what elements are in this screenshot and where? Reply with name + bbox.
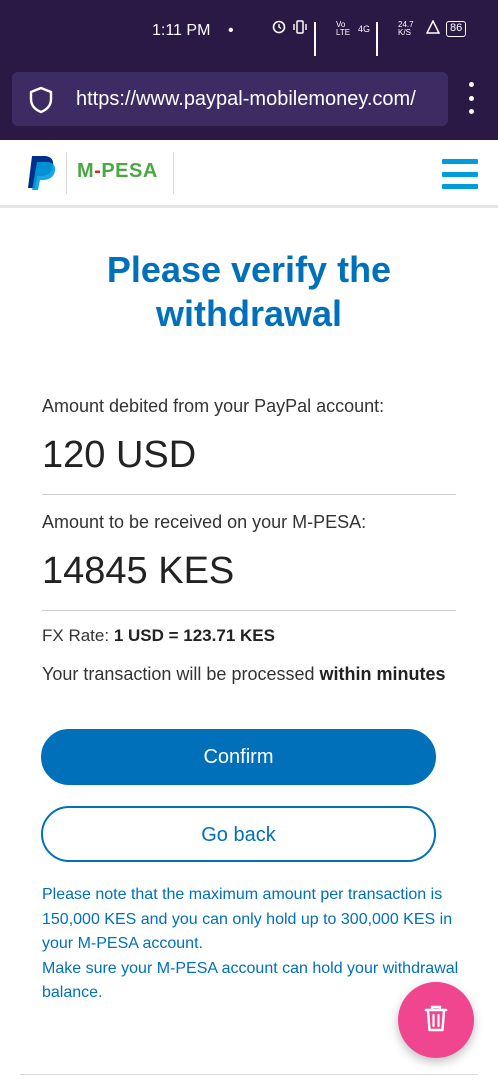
- debit-label: Amount debited from your PayPal account:: [42, 396, 385, 416]
- notice-line-1: Please note that the maximum amount per …: [42, 886, 453, 952]
- logo-divider: [66, 152, 67, 194]
- delete-fab-button[interactable]: [398, 982, 474, 1058]
- processing-bold: within minutes: [319, 664, 446, 684]
- status-icons: Vo LTE 4G 24.7 K/S 86: [272, 19, 467, 56]
- fx-value: 1 USD = 123.71 KES: [113, 626, 275, 645]
- processing-note: Your transaction will be processed withi…: [42, 660, 456, 688]
- net-speed: 24.7 K/S: [398, 19, 414, 37]
- fx-rate: FX Rate: 1 USD = 123.71 KES: [42, 626, 275, 646]
- divider: [42, 494, 456, 495]
- notice-line-2: Make sure your M-PESA account can hold y…: [42, 959, 459, 1002]
- page-title: Please verify the withdrawal: [106, 249, 392, 334]
- browser-chrome: 1:11 PM • Vo LTE 4G 24.7 K/S 86 https://…: [0, 0, 498, 140]
- status-dot: •: [228, 22, 234, 39]
- more-vert-icon[interactable]: [466, 82, 476, 114]
- mpesa-logo-pesa: PESA: [101, 160, 158, 182]
- logo-divider: [173, 152, 174, 194]
- shield-icon[interactable]: [28, 86, 54, 119]
- status-bar: 1:11 PM • Vo LTE 4G 24.7 K/S 86: [0, 18, 498, 56]
- debit-amount: 120 USD: [42, 434, 197, 476]
- status-time: 1:11 PM: [152, 22, 211, 39]
- address-bar[interactable]: https://www.paypal-mobilemoney.com/: [12, 72, 448, 126]
- confirm-button[interactable]: Confirm: [41, 729, 436, 785]
- warning-icon: [425, 19, 441, 37]
- volte-label: Vo LTE: [336, 19, 351, 37]
- trash-icon: [423, 1003, 449, 1038]
- footer-divider: [20, 1074, 478, 1075]
- receive-amount: 14845 KES: [42, 550, 235, 592]
- go-back-button[interactable]: Go back: [41, 806, 436, 862]
- receive-label: Amount to be received on your M-PESA:: [42, 512, 367, 532]
- battery-level: 86: [446, 20, 467, 37]
- signal-icon: [314, 21, 330, 56]
- paypal-logo-icon[interactable]: [26, 154, 58, 197]
- vibrate-icon: [292, 20, 308, 37]
- mpesa-logo[interactable]: M-PESA: [77, 160, 158, 183]
- limits-notice: Please note that the maximum amount per …: [42, 883, 462, 1006]
- divider: [42, 610, 456, 611]
- hamburger-menu-icon[interactable]: [442, 159, 478, 189]
- fx-label: FX Rate:: [42, 626, 110, 645]
- processing-text: Your transaction will be processed: [42, 664, 315, 684]
- site-header: M-PESA: [0, 140, 498, 208]
- alarm-icon: [272, 20, 286, 37]
- mpesa-logo-m: M: [77, 160, 95, 182]
- url-text[interactable]: https://www.paypal-mobilemoney.com/: [76, 88, 446, 111]
- network-4g-label: 4G: [358, 23, 371, 34]
- signal-icon-2: [376, 21, 392, 56]
